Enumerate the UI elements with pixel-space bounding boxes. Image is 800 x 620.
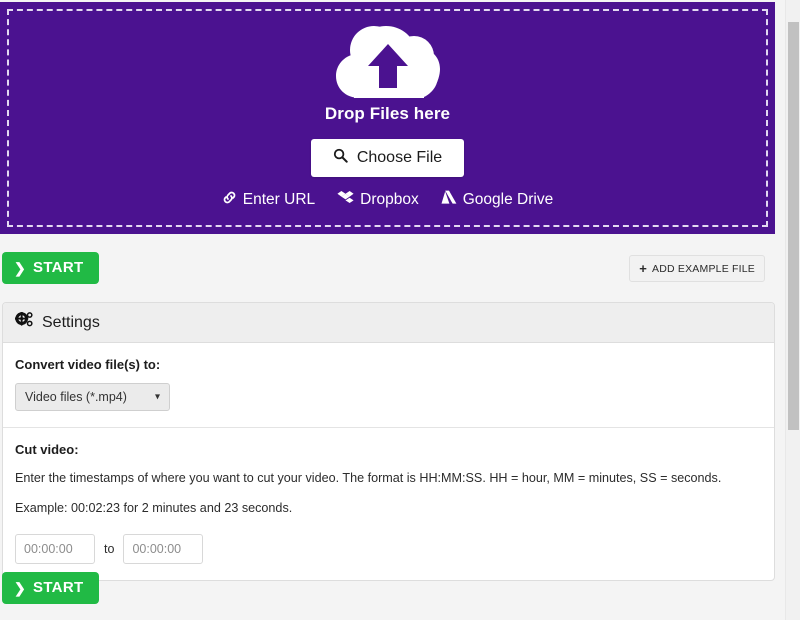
cut-to-label: to	[104, 542, 114, 556]
dropzone-title: Drop Files here	[0, 104, 775, 124]
google-drive-icon	[441, 190, 457, 210]
start-button-bottom-label: START	[33, 579, 83, 596]
cut-video-example: Example: 00:02:23 for 2 minutes and 23 s…	[15, 501, 762, 516]
add-example-file-label: ADD EXAMPLE FILE	[652, 263, 755, 275]
google-drive-link[interactable]: Google Drive	[441, 190, 553, 210]
enter-url-link[interactable]: Enter URL	[222, 190, 315, 210]
cut-time-row: to	[15, 534, 762, 564]
cloud-upload-icon-wrap	[0, 20, 775, 102]
google-drive-label: Google Drive	[463, 191, 553, 209]
settings-panel-title: Settings	[42, 314, 100, 332]
chevron-right-icon: ❯	[14, 581, 26, 595]
choose-file-button[interactable]: Choose File	[311, 139, 464, 177]
cloud-upload-icon	[334, 20, 442, 102]
dropbox-icon	[337, 190, 354, 210]
add-example-file-button[interactable]: + ADD EXAMPLE FILE	[629, 255, 765, 282]
start-button-top-label: START	[33, 259, 83, 276]
cut-start-input[interactable]	[15, 534, 95, 564]
search-icon	[333, 148, 348, 168]
dropbox-link[interactable]: Dropbox	[337, 190, 419, 210]
cut-video-label: Cut video:	[15, 442, 762, 457]
settings-panel: Settings Convert video file(s) to: Video…	[2, 302, 775, 581]
choose-file-label: Choose File	[357, 149, 442, 167]
chevron-right-icon: ❯	[14, 261, 26, 275]
page-root: Drop Files here Choose File	[0, 0, 785, 620]
enter-url-label: Enter URL	[243, 191, 315, 209]
page-scrollbar-track[interactable]	[785, 0, 800, 620]
link-icon	[222, 190, 237, 210]
page-scrollbar-thumb[interactable]	[788, 22, 799, 430]
settings-panel-header: Settings	[3, 303, 774, 343]
dropbox-label: Dropbox	[360, 191, 419, 209]
convert-section: Convert video file(s) to: Video files (*…	[3, 343, 774, 428]
cut-video-description: Enter the timestamps of where you want t…	[15, 471, 762, 486]
file-dropzone[interactable]: Drop Files here Choose File	[0, 2, 775, 234]
start-row: ❯ START + ADD EXAMPLE FILE	[0, 252, 775, 286]
dropzone-links: Enter URL Dropbox	[0, 190, 775, 210]
start-button-bottom[interactable]: ❯ START	[2, 572, 99, 604]
cut-video-section: Cut video: Enter the timestamps of where…	[3, 428, 774, 580]
convert-format-select[interactable]: Video files (*.mp4)	[15, 383, 170, 411]
convert-select-holder: Video files (*.mp4) ▾	[15, 383, 170, 411]
convert-label: Convert video file(s) to:	[15, 357, 762, 372]
plus-icon: +	[639, 262, 647, 275]
cogs-icon	[15, 312, 34, 333]
cut-end-input[interactable]	[123, 534, 203, 564]
choose-file-wrap: Choose File	[0, 139, 775, 177]
start-button-top[interactable]: ❯ START	[2, 252, 99, 284]
